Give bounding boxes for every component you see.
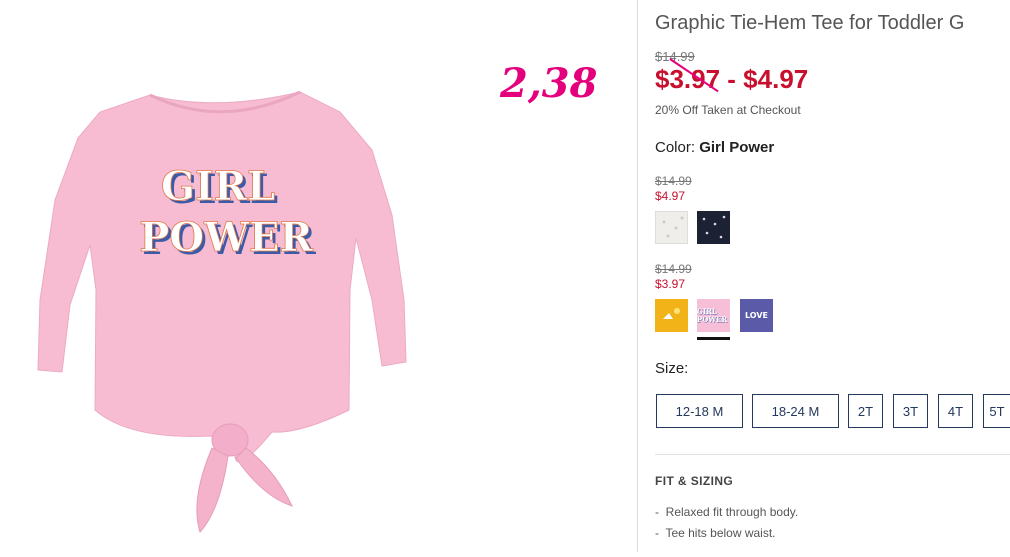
color-selected-value: Girl Power <box>699 139 775 156</box>
size-button-5t[interactable]: 5T <box>983 394 1010 428</box>
size-button-18-24m[interactable]: 18-24 M <box>752 394 839 428</box>
navy-star-swatch[interactable] <box>697 211 730 244</box>
group2-original-price: $14.99 <box>655 262 692 276</box>
vertical-divider <box>637 0 638 552</box>
fit-sizing-heading[interactable]: FIT & SIZING <box>655 474 733 488</box>
size-button-2t[interactable]: 2T <box>848 394 883 428</box>
product-details-panel: Graphic Tie-Hem Tee for Toddler G $14.99… <box>655 0 1010 552</box>
pink-tee-illustration: GIRL GIRL POWER POWER <box>37 90 407 533</box>
yellow-swatch[interactable] <box>655 299 688 332</box>
fit-item: Tee hits below waist. <box>655 525 798 546</box>
size-button-4t[interactable]: 4T <box>938 394 973 428</box>
purple-love-swatch[interactable]: LOVE <box>740 299 773 332</box>
tee-knot-tail-right <box>235 447 293 507</box>
product-image[interactable]: GIRL GIRL POWER POWER <box>0 0 440 552</box>
size-label: Size: <box>655 360 689 377</box>
pink-girl-power-swatch[interactable]: GIRL POWER <box>697 299 730 332</box>
color-selected-row: Color: Girl Power <box>655 139 774 156</box>
fit-item: Relaxed fit through body. <box>655 504 799 525</box>
white-swatch[interactable] <box>655 211 688 244</box>
tee-body <box>37 91 407 463</box>
annotation-price-note: 2,38 <box>500 60 598 107</box>
graphic-power-text: POWER <box>139 214 313 261</box>
navy-swatch-pattern <box>702 215 726 239</box>
sale-price: $3.97 - $4.97 <box>655 64 809 94</box>
section-divider <box>655 454 1010 455</box>
group1-original-price: $14.99 <box>655 174 692 188</box>
pink-swatch-text: GIRL POWER <box>697 306 728 324</box>
purple-swatch-text: LOVE <box>744 311 769 320</box>
color-label: Color: <box>655 139 696 156</box>
selected-swatch-indicator <box>697 337 730 340</box>
tee-knot-tail-left <box>196 447 229 533</box>
yellow-swatch-pattern <box>663 308 680 319</box>
group2-sale-price: $3.97 <box>655 277 686 291</box>
product-title: Graphic Tie-Hem Tee for Toddler G <box>655 12 965 34</box>
graphic-girl-text: GIRL <box>161 163 275 210</box>
fit-sizing-list: Relaxed fit through body. Tee hits below… <box>655 504 798 546</box>
group1-sale-price: $4.97 <box>655 189 686 203</box>
white-swatch-pattern <box>662 216 684 238</box>
size-button-12-18m[interactable]: 12-18 M <box>656 394 743 428</box>
size-button-3t[interactable]: 3T <box>893 394 928 428</box>
promo-text: 20% Off Taken at Checkout <box>655 103 801 117</box>
